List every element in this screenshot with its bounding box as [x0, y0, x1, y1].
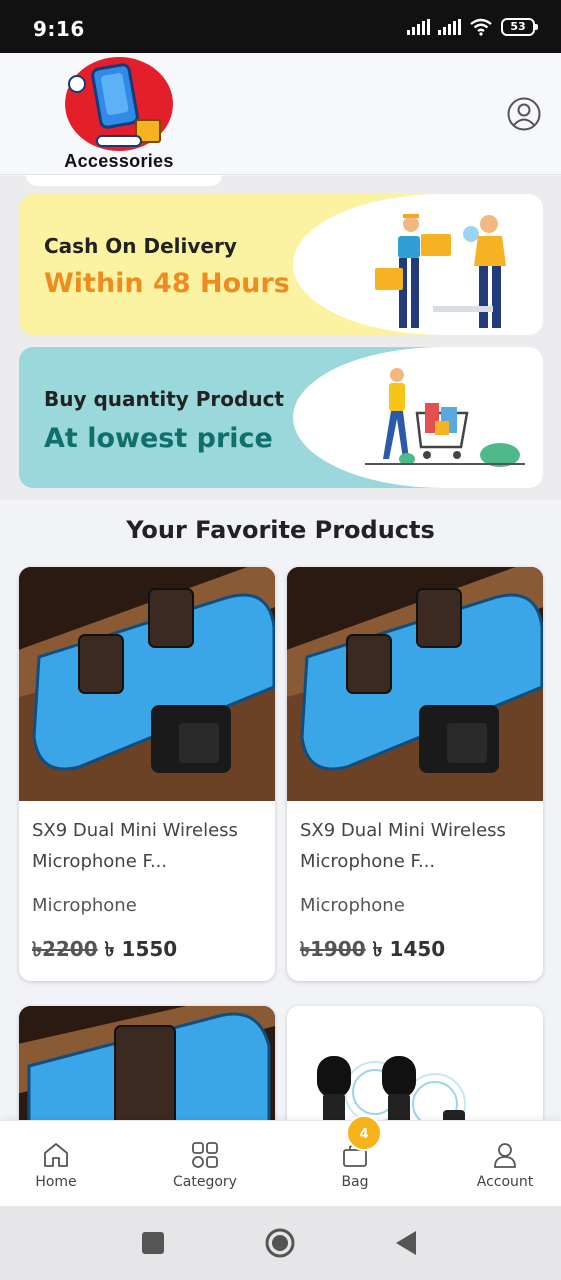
product-image — [19, 567, 275, 801]
grid-icon — [192, 1142, 218, 1168]
product-name-line1: SX9 Dual Mini Wireless — [32, 820, 238, 841]
brand-logo[interactable]: Accessories Bazar — [40, 57, 198, 192]
profile-icon[interactable] — [507, 97, 541, 131]
nav-home[interactable]: Home — [1, 1121, 111, 1207]
back-icon[interactable] — [396, 1231, 418, 1255]
logo-shoes — [96, 135, 142, 147]
status-icons: 53 — [407, 18, 538, 36]
cod-banner[interactable]: Cash On Delivery Within 48 Hours — [19, 194, 543, 335]
bag-count-badge: 4 — [346, 1115, 382, 1151]
bottom-navigation: Home Category Bag 4 Account — [0, 1115, 561, 1207]
home-icon — [44, 1143, 68, 1167]
nav-label: Account — [476, 1174, 534, 1190]
system-navigation-bar — [0, 1206, 561, 1280]
status-bar: 9:16 53 — [0, 0, 561, 53]
product-image — [287, 567, 543, 801]
current-price: ৳ 1550 — [104, 937, 178, 961]
signal-icon — [407, 19, 430, 35]
banner-line1: Cash On Delivery — [44, 234, 237, 258]
product-card[interactable]: SX9 Dual Mini Wireless Microphone F... M… — [287, 567, 543, 981]
wifi-icon — [470, 18, 492, 36]
home-circle-icon[interactable] — [264, 1227, 296, 1259]
shopping-cart-illustration — [365, 368, 525, 467]
product-name: SX9 Dual Mini Wireless Microphone F... — [32, 815, 262, 877]
product-name: SX9 Dual Mini Wireless Microphone F... — [300, 815, 530, 877]
product-price: ৳1900 ৳ 1450 — [300, 935, 445, 968]
app-header: Accessories Bazar — [0, 53, 561, 192]
battery-icon: 53 — [501, 18, 538, 36]
nav-account[interactable]: Account — [450, 1121, 560, 1207]
product-price: ৳2200 ৳ 1550 — [32, 935, 177, 968]
banner-line2: Within 48 Hours — [44, 268, 290, 299]
section-title: Your Favorite Products — [126, 516, 435, 544]
product-name-line1: SX9 Dual Mini Wireless — [300, 820, 506, 841]
product-category: Microphone — [32, 895, 137, 916]
product-category: Microphone — [300, 895, 405, 916]
delivery-illustration — [375, 214, 506, 328]
status-time: 9:16 — [33, 17, 85, 41]
product-name-line2: Microphone F... — [300, 851, 436, 872]
signal-icon-2 — [438, 19, 461, 35]
nav-label: Home — [35, 1174, 77, 1190]
nav-label: Bag — [341, 1174, 369, 1190]
old-price: ৳2200 — [32, 937, 98, 961]
scrolled-element-edge — [26, 175, 222, 186]
old-price: ৳1900 — [300, 937, 366, 961]
nav-category[interactable]: Category — [150, 1121, 260, 1207]
user-icon — [494, 1143, 516, 1168]
banner-line1: Buy quantity Product — [44, 387, 284, 411]
product-card[interactable]: SX9 Dual Mini Wireless Microphone F... M… — [19, 567, 275, 981]
recent-apps-icon[interactable] — [142, 1232, 164, 1254]
lowest-price-banner[interactable]: Buy quantity Product At lowest price — [19, 347, 543, 488]
banner-line2: At lowest price — [44, 423, 273, 454]
logo-hand — [68, 75, 86, 93]
product-name-line2: Microphone F... — [32, 851, 168, 872]
nav-label: Category — [173, 1174, 237, 1190]
current-price: ৳ 1450 — [372, 937, 446, 961]
